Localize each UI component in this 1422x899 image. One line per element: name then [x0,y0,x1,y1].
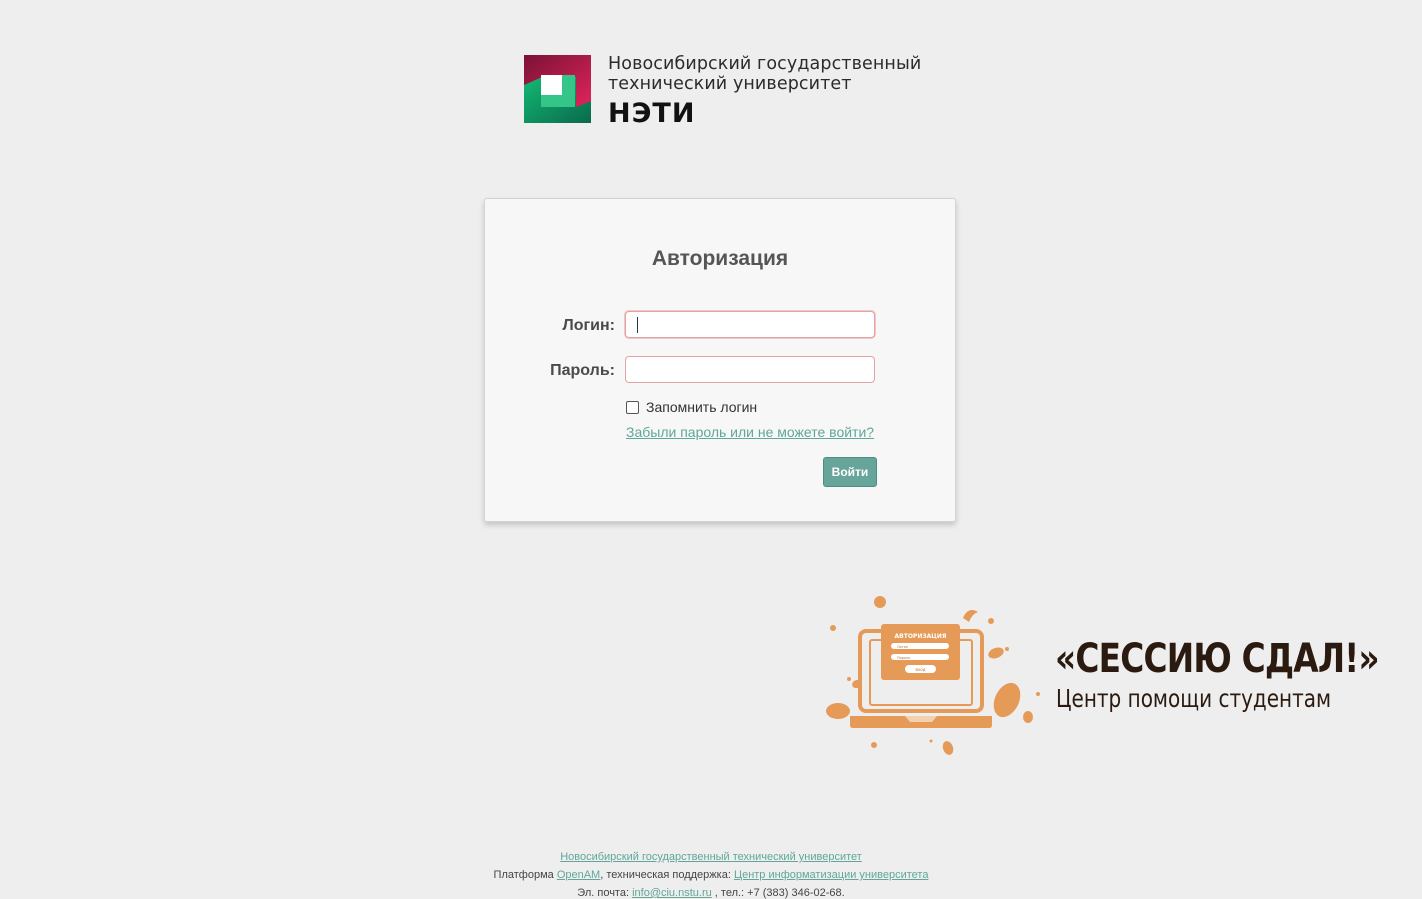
page: Новосибирский государственный технически… [0,0,1422,899]
footer-line-3: Эл. почта: info@ciu.nstu.ru , тел.: +7 (… [0,884,1422,899]
footer: Новосибирский государственный технически… [0,848,1422,899]
logo-university-line2: технический университет [608,74,852,94]
footer-line-1: Новосибирский государственный технически… [0,848,1422,866]
nstu-logo-mark-icon [524,55,591,123]
art-field2: Пароль [897,656,910,660]
remember-label[interactable]: Запомнить логин [646,399,757,415]
footer-support-text: , техническая поддержка: [600,869,734,881]
login-button[interactable]: Войти [823,457,877,487]
remember-login[interactable]: Запомнить логин [626,399,757,415]
promo-title[interactable]: «СЕССИЮ СДАЛ!» [1055,636,1380,682]
text-caret [637,317,638,333]
password-input[interactable] [625,356,875,383]
password-label: Пароль: [550,362,615,379]
art-form-title: АВТОРИЗАЦИЯ [895,633,947,640]
login-card: Авторизация Логин: Пароль: Запомнить лог… [484,198,956,522]
footer-email-link[interactable]: info@ciu.nstu.ru [632,887,712,899]
footer-platform-prefix: Платформа [493,869,557,881]
footer-openam-link[interactable]: OpenAM [557,869,600,881]
footer-email-prefix: Эл. почта: [577,887,633,899]
login-label: Логин: [562,317,616,334]
university-logo[interactable]: Новосибирский государственный технически… [524,54,944,128]
logo-university-line1: Новосибирский государственный [608,54,922,74]
logo-abbreviation: НЭТИ [608,98,696,129]
footer-university-link[interactable]: Новосибирский государственный технически… [560,851,862,863]
login-input[interactable] [625,311,875,338]
remember-checkbox[interactable] [626,400,639,414]
login-title: Авторизация [651,247,789,270]
footer-line-2: Платформа OpenAM, техническая поддержка:… [0,866,1422,884]
footer-support-link[interactable]: Центр информатизации университета [734,869,929,881]
promo-subtitle[interactable]: Центр помощи студентам [1056,684,1331,713]
laptop-illustration-icon[interactable]: АВТОРИЗАЦИЯ Логин Пароль вход [820,592,1045,762]
footer-phone-text: , тел.: +7 (383) 346-02-68. [711,887,845,899]
logo-text: Новосибирский государственный технически… [608,54,921,128]
art-button: вход [916,667,926,672]
forgot-password-link[interactable]: Забыли пароль или не можете войти? [626,424,874,440]
art-field1: Логин [897,645,908,649]
